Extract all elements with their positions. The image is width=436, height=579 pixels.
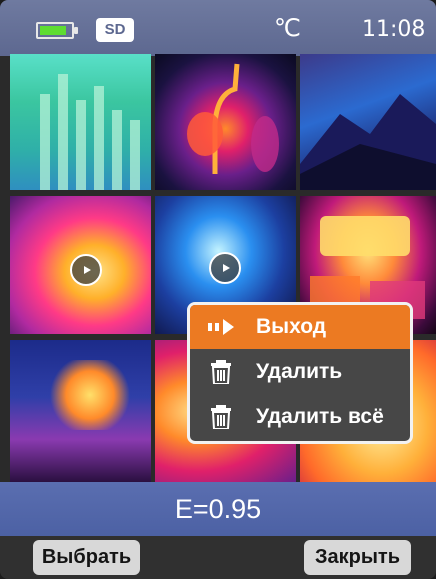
thumbnail-3[interactable] <box>300 54 436 190</box>
temperature-unit: ℃ <box>274 15 301 42</box>
trash-icon <box>211 405 231 429</box>
menu-item-label: Удалить всё <box>256 405 384 428</box>
thumbnail-4-video[interactable] <box>10 196 151 334</box>
menu-item-delete[interactable]: Удалить <box>190 350 410 394</box>
menu-item-label: Выход <box>256 315 327 338</box>
play-icon[interactable] <box>70 254 102 286</box>
clock: 11:08 <box>362 17 426 42</box>
status-bar: SD ℃ 11:08 <box>0 0 436 56</box>
trash-icon <box>211 360 231 384</box>
camera-screen: SD ℃ 11:08 Выход Удалить Удалить всё E=0… <box>0 0 436 579</box>
context-menu: Выход Удалить Удалить всё <box>187 302 413 444</box>
battery-icon <box>36 22 78 39</box>
emissivity-value: E=0.95 <box>174 494 262 524</box>
emissivity-bar: E=0.95 <box>0 482 436 536</box>
select-button[interactable]: Выбрать <box>33 540 140 575</box>
play-icon[interactable] <box>209 252 241 284</box>
play-pause-icon <box>208 319 234 335</box>
thumbnail-2[interactable] <box>155 54 296 190</box>
close-button[interactable]: Закрыть <box>304 540 411 575</box>
softkey-bar: Выбрать Закрыть <box>0 536 436 579</box>
menu-item-exit[interactable]: Выход <box>190 305 410 349</box>
thumbnail-1[interactable] <box>10 54 151 190</box>
menu-item-label: Удалить <box>256 360 343 383</box>
sd-card-badge: SD <box>96 18 134 42</box>
thumbnail-7[interactable] <box>10 340 151 482</box>
menu-item-delete-all[interactable]: Удалить всё <box>190 395 410 439</box>
